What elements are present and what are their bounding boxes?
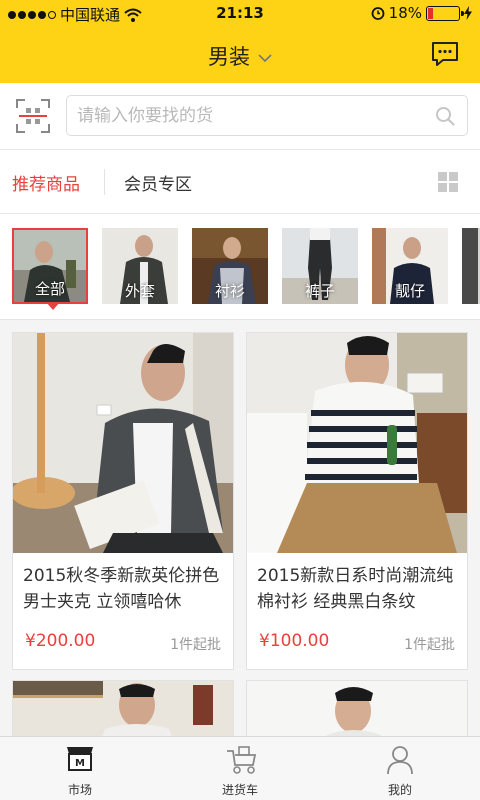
page-title: 男装	[208, 45, 250, 69]
tab-mine[interactable]: 我的	[320, 737, 480, 800]
product-price: ¥100.00	[259, 631, 330, 651]
status-bar: 中国联通 21:13 18%	[0, 0, 480, 27]
category-label: 全部	[34, 280, 65, 298]
user-icon	[387, 746, 413, 775]
cart-icon	[227, 746, 257, 774]
product-image	[13, 333, 233, 553]
product-card[interactable]: 2015新款日系时尚潮流纯棉衬衫 经典黑白条纹 ¥100.00 1件起批	[246, 332, 468, 670]
category-thumbnail	[462, 228, 480, 304]
bottom-tab-bar: M 市场 进货车 我的	[0, 736, 480, 800]
category-item-jackets[interactable]: 外套	[102, 228, 178, 304]
tab-label: 我的	[387, 783, 412, 797]
category-label: 靓仔	[394, 282, 425, 300]
category-item-all[interactable]: 全部	[12, 228, 88, 304]
product-card[interactable]: 2015秋冬季新款英伦拼色男士夹克 立领嘻哈休 ¥200.00 1件起批	[12, 332, 234, 670]
category-label: 衬衫	[214, 282, 245, 300]
category-item-shirts[interactable]: 衬衫	[192, 228, 268, 304]
tab-label: 进货车	[221, 783, 258, 797]
market-icon: M	[67, 747, 93, 771]
charging-icon	[464, 6, 472, 20]
grid-view-icon[interactable]	[438, 172, 458, 192]
category-item-pants[interactable]: 裤子	[282, 228, 358, 304]
product-name: 2015秋冬季新款英伦拼色男士夹克 立领嘻哈休	[23, 566, 220, 612]
tab-recommended[interactable]: 推荐商品	[12, 170, 80, 195]
category-row: 全部 外套 衬衫 裤子 靓仔	[0, 214, 480, 320]
min-order-qty: 1件起批	[404, 637, 455, 653]
tab-cart[interactable]: 进货车	[160, 737, 320, 800]
search-row	[0, 83, 480, 150]
scan-qr-icon[interactable]	[16, 99, 50, 133]
min-order-qty: 1件起批	[170, 637, 221, 653]
alarm-icon	[371, 7, 385, 20]
battery-icon	[426, 5, 464, 21]
tab-market[interactable]: M 市场	[0, 737, 160, 800]
nav-bar: 男装	[0, 27, 480, 83]
category-item-more[interactable]	[462, 228, 480, 304]
battery-percent: 18%	[388, 4, 422, 22]
selected-category-indicator	[46, 302, 60, 310]
product-price: ¥200.00	[25, 631, 96, 651]
search-icon[interactable]	[435, 106, 455, 126]
tab-label: 市场	[67, 783, 92, 797]
message-icon[interactable]	[430, 39, 460, 69]
tabs-row: 推荐商品 会员专区	[0, 150, 480, 214]
category-label: 裤子	[304, 282, 335, 300]
category-item-handsome[interactable]: 靓仔	[372, 228, 448, 304]
category-label: 外套	[124, 282, 155, 300]
search-input[interactable]	[67, 96, 417, 135]
tab-members[interactable]: 会员专区	[124, 170, 192, 195]
top-bar: 中国联通 21:13 18% 男装	[0, 0, 480, 83]
search-box	[66, 95, 468, 136]
product-name: 2015新款日系时尚潮流纯棉衬衫 经典黑白条纹	[257, 566, 454, 612]
product-image	[247, 333, 467, 553]
chevron-down-icon	[258, 53, 272, 62]
svg-text:M: M	[75, 758, 85, 769]
category-selector[interactable]: 男装	[0, 41, 480, 71]
tab-divider	[104, 169, 105, 195]
